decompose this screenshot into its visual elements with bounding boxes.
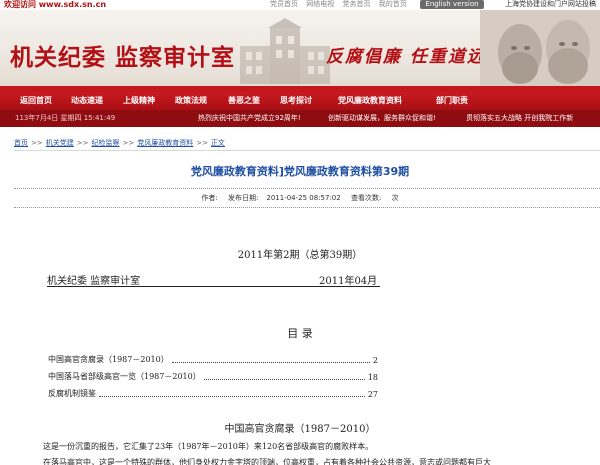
campus-building-image	[240, 18, 330, 84]
toc-entry-page: 27	[367, 390, 378, 399]
nav-item-discussion[interactable]: 思考探讨	[280, 92, 312, 110]
divider	[14, 207, 600, 208]
toc-title: 目 录	[287, 327, 313, 340]
toc-leader	[99, 396, 365, 397]
toc-entry-label: 中国落马省部级高官一览（1987－2010）	[48, 372, 201, 381]
breadcrumb-party-building[interactable]: 机关党建	[46, 139, 74, 147]
toc-entry-label: 反腐机制镜鉴	[48, 389, 96, 398]
views-label: 查看次数:	[350, 194, 382, 202]
divider	[14, 188, 600, 189]
banner-slogan: 反腐倡廉 任重道远	[326, 47, 486, 67]
sculpture-portraits-image	[480, 10, 600, 92]
publish-date-label: 发布日期:	[228, 194, 259, 202]
toc-entry-label: 中国高官贪腐录（1987－2010）	[48, 355, 169, 364]
header-banner: 机关纪委 监察审计室 反腐倡廉 任重道远	[0, 10, 600, 92]
divider	[14, 150, 600, 151]
toc-entry[interactable]: 中国落马省部级高官一览（1987－2010） 18	[48, 369, 378, 382]
body-paragraph: 在落马高官中，这是一个特殊的群体，他们身处权力金字塔的顶端，位高权重，占有着各种…	[43, 458, 491, 465]
nav-item-news[interactable]: 动态速递	[71, 92, 103, 110]
news-ticker: 113年7月4日 星期四 15:41:49 热烈庆祝中国共产党成立92周年! 创…	[0, 110, 600, 127]
banner-title: 机关纪委 监察审计室	[10, 44, 236, 71]
breadcrumb-discipline[interactable]: 纪检监察	[91, 139, 119, 147]
nav-item-education-materials[interactable]: 党风廉政教育资料	[338, 92, 402, 110]
nav-item-good-evil[interactable]: 善恶之鉴	[228, 92, 260, 110]
divider	[47, 286, 380, 287]
top-link-my-home[interactable]: 我的首页	[379, 0, 407, 8]
toc-entry[interactable]: 反腐机制镜鉴 27	[48, 386, 378, 399]
body-paragraph: 这是一份沉重的报告，它汇集了23年（1987年－2010年）来120名省部级高官…	[43, 442, 374, 451]
issue-month: 2011年04月	[319, 276, 378, 287]
main-nav: 返回首页 动态速递 上级精神 政策法规 善恶之鉴 思考探讨 党风廉政教育资料 部…	[0, 92, 600, 110]
issue-number: 2011年第2期（总第39期）	[237, 250, 363, 261]
breadcrumb-home[interactable]: 首页	[14, 139, 28, 147]
top-link-party-home[interactable]: 党员首页	[270, 0, 298, 8]
ticker-item[interactable]: 贯彻落实五大战略 开创我院工作新	[466, 110, 573, 127]
toc-entry-page: 18	[367, 373, 378, 382]
toc-leader	[171, 362, 370, 363]
breadcrumb-separator: >>	[196, 139, 208, 147]
breadcrumb-materials[interactable]: 党风廉政教育资料	[137, 139, 193, 147]
top-links: 党员首页 网络电视 党务首页 我的首页	[270, 0, 413, 9]
toc-entry-page: 2	[372, 356, 378, 365]
top-utility-bar: 欢迎访问 www.sdx.sn.cn 党员首页 网络电视 党务首页 我的首页 E…	[0, 0, 600, 10]
toc-leader	[203, 379, 365, 380]
publish-date: 2011-04-25 08:57:02	[266, 194, 341, 202]
section-title: 中国高官贪腐录（1987－2010）	[224, 424, 376, 435]
top-link-network-tv[interactable]: 网络电视	[306, 0, 334, 8]
article-title: 党风廉政教育资料]党风廉政教育资料第39期	[190, 165, 410, 178]
ticker-item[interactable]: 热烈庆祝中国共产党成立92周年!	[198, 110, 301, 127]
nav-item-policies[interactable]: 政策法规	[175, 92, 207, 110]
nav-item-home[interactable]: 返回首页	[20, 92, 52, 110]
breadcrumb-current[interactable]: 正文	[211, 139, 225, 147]
ticker-item[interactable]: 创新驱动谋发展，服务群众促和谐!	[328, 110, 436, 127]
breadcrumb-separator: >>	[31, 139, 43, 147]
toc-entry[interactable]: 中国高官贪腐录（1987－2010） 2	[48, 352, 378, 365]
english-version-button[interactable]: English version	[420, 0, 484, 9]
current-datetime: 113年7月4日 星期四 15:41:49	[15, 114, 116, 122]
top-link-affairs-home[interactable]: 党务首页	[342, 0, 370, 8]
portal-submission-link[interactable]: 上海党协建设和门户网站投稿	[505, 0, 596, 9]
nav-item-duties[interactable]: 部门职责	[436, 92, 468, 110]
issuing-org: 机关纪委 监察审计室	[47, 276, 141, 287]
article-meta: 作者: 发布日期: 2011-04-25 08:57:02 查看次数: 次	[0, 193, 600, 203]
breadcrumb-separator: >>	[76, 139, 89, 147]
author-label: 作者:	[201, 194, 218, 202]
views-value: 次	[391, 194, 399, 202]
site-address: 欢迎访问 www.sdx.sn.cn	[4, 0, 107, 9]
nav-item-superior-spirit[interactable]: 上级精神	[123, 92, 155, 110]
breadcrumb-separator: >>	[122, 139, 135, 147]
